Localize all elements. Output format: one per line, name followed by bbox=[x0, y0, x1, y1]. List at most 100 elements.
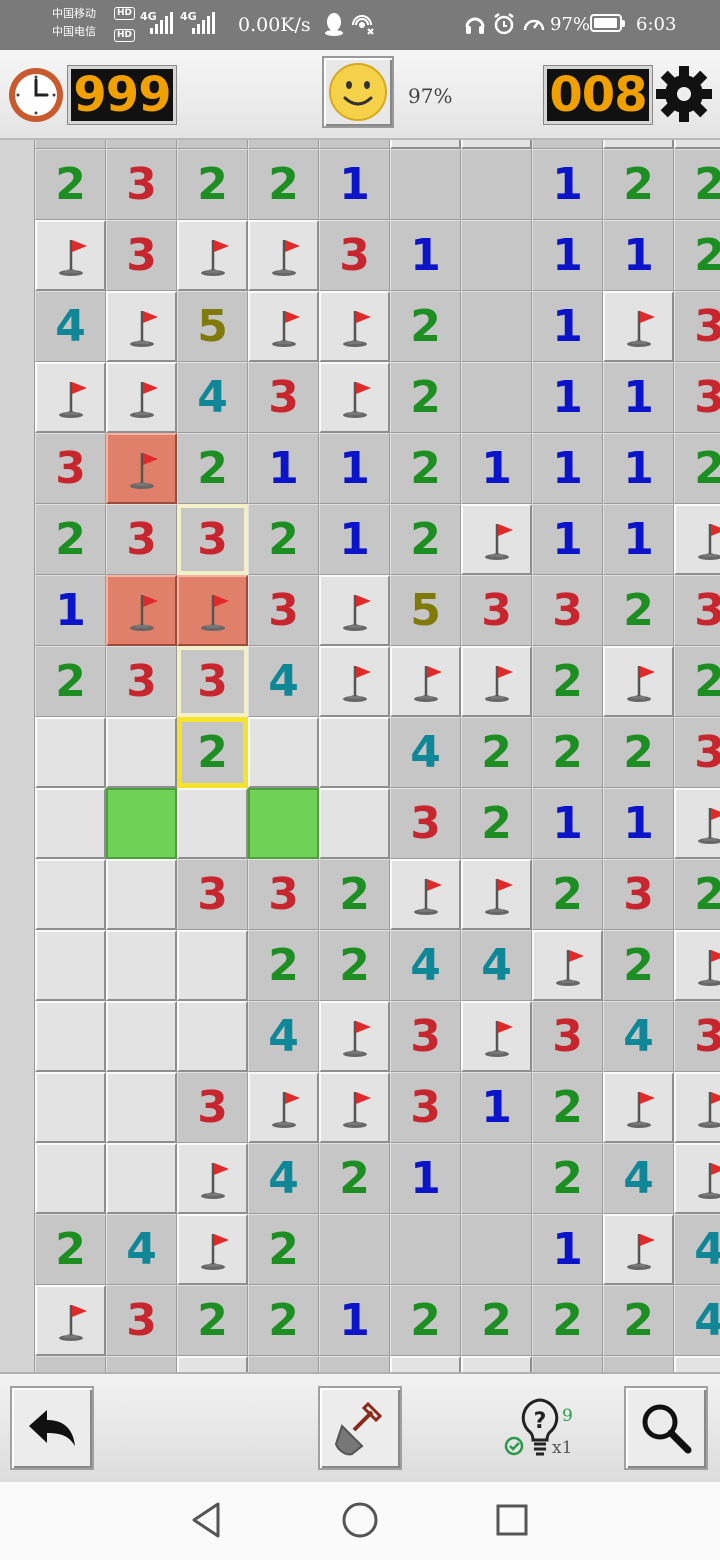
number-cell[interactable]: 3 bbox=[35, 433, 106, 504]
number-cell[interactable]: 1 bbox=[35, 1356, 106, 1372]
flagged-cell[interactable] bbox=[248, 220, 319, 291]
number-cell[interactable]: 2 bbox=[390, 362, 461, 433]
flagged-cell[interactable] bbox=[390, 646, 461, 717]
number-cell[interactable]: 4 bbox=[674, 1285, 720, 1356]
number-cell[interactable]: 2 bbox=[106, 1356, 177, 1372]
flagged-cell[interactable] bbox=[532, 930, 603, 1001]
empty-cell[interactable] bbox=[461, 149, 532, 220]
number-cell[interactable]: 2 bbox=[674, 646, 720, 717]
number-cell[interactable]: 1 bbox=[532, 220, 603, 291]
number-cell[interactable]: 2 bbox=[674, 149, 720, 220]
number-cell[interactable]: 2 bbox=[532, 646, 603, 717]
safe-hint-cell[interactable] bbox=[248, 788, 319, 859]
closed-cell[interactable] bbox=[35, 1001, 106, 1072]
number-cell[interactable]: 2 bbox=[35, 504, 106, 575]
flagged-cell-highlighted[interactable] bbox=[106, 433, 177, 504]
flagged-cell[interactable] bbox=[461, 1356, 532, 1372]
flagged-cell[interactable] bbox=[603, 646, 674, 717]
flagged-cell[interactable] bbox=[35, 220, 106, 291]
number-cell[interactable]: 2 bbox=[319, 859, 390, 930]
flagged-cell[interactable] bbox=[248, 291, 319, 362]
empty-cell[interactable] bbox=[390, 1214, 461, 1285]
undo-button[interactable] bbox=[10, 1386, 94, 1470]
flagged-cell[interactable] bbox=[461, 859, 532, 930]
number-cell[interactable]: 4 bbox=[390, 717, 461, 788]
number-cell[interactable]: 3 bbox=[390, 788, 461, 859]
minefield-grid[interactable]: 2322112233111245213432113321121112233212… bbox=[35, 140, 720, 1372]
number-cell[interactable]: 2 bbox=[248, 1214, 319, 1285]
number-cell[interactable]: 2 bbox=[532, 859, 603, 930]
number-cell[interactable]: 2 bbox=[461, 788, 532, 859]
flagged-cell[interactable] bbox=[461, 504, 532, 575]
flagged-cell[interactable] bbox=[603, 291, 674, 362]
dig-mode-button[interactable] bbox=[318, 1386, 402, 1470]
flagged-cell[interactable] bbox=[177, 220, 248, 291]
number-cell[interactable]: 2 bbox=[532, 1072, 603, 1143]
gear-icon[interactable] bbox=[654, 64, 714, 124]
empty-cell[interactable] bbox=[248, 140, 319, 149]
number-cell[interactable]: 1 bbox=[532, 362, 603, 433]
number-cell[interactable]: 3 bbox=[461, 575, 532, 646]
number-cell[interactable]: 1 bbox=[319, 149, 390, 220]
number-cell[interactable]: 3 bbox=[674, 575, 720, 646]
empty-cell[interactable] bbox=[35, 140, 106, 149]
number-cell[interactable]: 1 bbox=[248, 433, 319, 504]
number-cell[interactable]: 1 bbox=[319, 433, 390, 504]
flagged-cell[interactable] bbox=[35, 362, 106, 433]
number-cell[interactable]: 1 bbox=[390, 1143, 461, 1214]
number-cell[interactable]: 2 bbox=[603, 930, 674, 1001]
closed-cell[interactable] bbox=[35, 717, 106, 788]
empty-cell[interactable] bbox=[461, 1143, 532, 1214]
number-cell[interactable]: 3 bbox=[248, 362, 319, 433]
closed-cell[interactable] bbox=[390, 140, 461, 149]
number-cell[interactable]: 1 bbox=[461, 1072, 532, 1143]
closed-cell[interactable] bbox=[35, 788, 106, 859]
number-cell[interactable]: 4 bbox=[603, 1001, 674, 1072]
number-cell[interactable]: 4 bbox=[35, 291, 106, 362]
closed-cell[interactable] bbox=[35, 1072, 106, 1143]
closed-cell[interactable] bbox=[106, 859, 177, 930]
empty-cell[interactable] bbox=[461, 220, 532, 291]
empty-cell[interactable] bbox=[461, 1214, 532, 1285]
closed-cell[interactable] bbox=[35, 859, 106, 930]
closed-cell[interactable] bbox=[177, 788, 248, 859]
number-cell[interactable]: 1 bbox=[461, 433, 532, 504]
number-cell[interactable]: 2 bbox=[603, 575, 674, 646]
number-cell[interactable]: 3 bbox=[106, 646, 177, 717]
number-cell[interactable]: 2 bbox=[461, 1285, 532, 1356]
flagged-cell[interactable] bbox=[461, 1001, 532, 1072]
number-cell[interactable]: 2 bbox=[390, 291, 461, 362]
number-cell[interactable]: 3 bbox=[603, 859, 674, 930]
number-cell[interactable]: 1 bbox=[532, 788, 603, 859]
number-cell[interactable]: 4 bbox=[461, 930, 532, 1001]
flagged-cell[interactable] bbox=[248, 1072, 319, 1143]
search-button[interactable] bbox=[624, 1386, 708, 1470]
number-cell[interactable]: 2 bbox=[603, 149, 674, 220]
number-cell[interactable]: 4 bbox=[603, 1143, 674, 1214]
empty-cell[interactable] bbox=[461, 291, 532, 362]
flagged-cell[interactable] bbox=[319, 291, 390, 362]
closed-cell[interactable] bbox=[603, 140, 674, 149]
number-cell[interactable]: 1 bbox=[319, 1285, 390, 1356]
number-cell[interactable]: 3 bbox=[106, 220, 177, 291]
number-cell[interactable]: 2 bbox=[177, 433, 248, 504]
number-cell[interactable]: 2 bbox=[248, 930, 319, 1001]
number-cell[interactable]: 3 bbox=[532, 575, 603, 646]
flagged-cell[interactable] bbox=[674, 788, 720, 859]
flagged-cell[interactable] bbox=[319, 362, 390, 433]
number-cell[interactable]: 1 bbox=[319, 504, 390, 575]
number-cell[interactable]: 1 bbox=[603, 362, 674, 433]
flagged-cell[interactable] bbox=[461, 646, 532, 717]
number-cell[interactable]: 3 bbox=[319, 220, 390, 291]
closed-cell[interactable] bbox=[106, 1143, 177, 1214]
number-cell[interactable]: 2 bbox=[603, 1356, 674, 1372]
closed-cell[interactable] bbox=[319, 717, 390, 788]
flagged-cell[interactable] bbox=[35, 1285, 106, 1356]
closed-cell[interactable] bbox=[106, 1001, 177, 1072]
closed-cell[interactable] bbox=[106, 1072, 177, 1143]
number-cell[interactable]: 2 bbox=[248, 149, 319, 220]
number-cell[interactable]: 2 bbox=[532, 1285, 603, 1356]
flagged-cell[interactable] bbox=[674, 1356, 720, 1372]
board-viewport[interactable]: 2322112233111245213432113321121112233212… bbox=[0, 140, 720, 1372]
number-cell[interactable]: 3 bbox=[674, 362, 720, 433]
